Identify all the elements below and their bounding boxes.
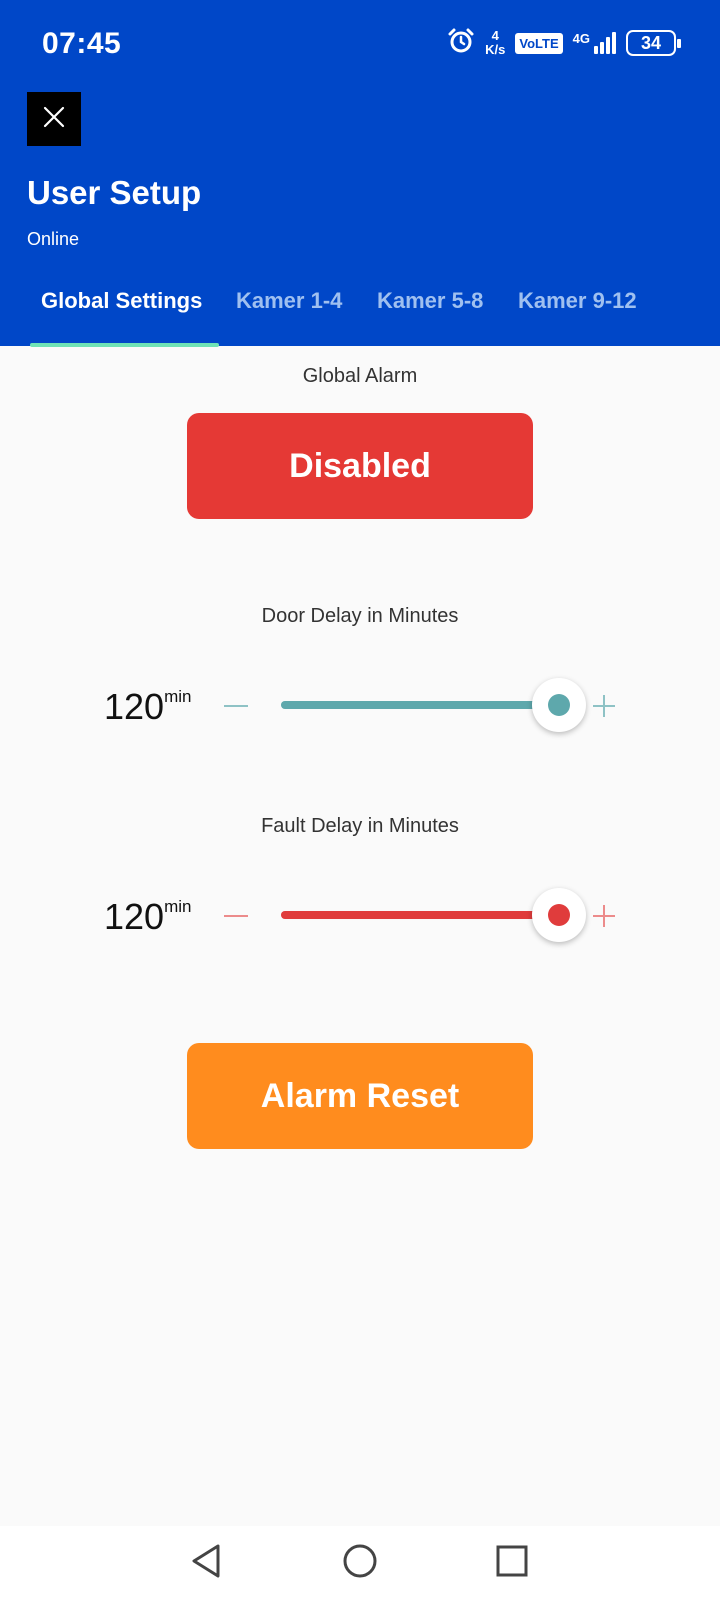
tab-bar: Global Settings Kamer 1-4 Kamer 5-8 Kame… [0,288,720,347]
door-delay-label: Door Delay in Minutes [261,605,459,627]
connection-status: Online [27,229,80,249]
door-delay-increase-button[interactable] [592,694,616,718]
fault-delay-slider-row: 120min [0,886,720,946]
alarm-clock-icon [447,27,475,60]
status-time: 07:45 [42,27,122,60]
nav-home-button[interactable] [335,1538,385,1588]
alarm-reset-button[interactable]: Alarm Reset [187,1043,533,1149]
door-delay-slider-row: 120min [0,676,720,736]
global-alarm-label: Global Alarm [302,365,418,387]
door-delay-slider-fill [281,701,559,709]
home-circle-icon [342,1543,378,1584]
signal-icon: 4G [573,32,616,54]
battery-icon: 34 [626,30,681,56]
network-speed: 4 K/s [485,28,506,57]
door-delay-decrease-button[interactable] [224,705,248,707]
status-icons: 4 K/s VoLTE 4G 34 [447,26,681,60]
door-delay-slider-track[interactable] [281,701,559,709]
nav-recents-button[interactable] [487,1538,537,1588]
app-header: 07:45 4 K/s VoLTE 4G 34 User Setup Onlin… [0,0,720,347]
door-delay-value: 120min [104,686,192,727]
active-tab-indicator [30,343,219,347]
fault-delay-slider-track[interactable] [281,911,559,919]
global-alarm-toggle-button[interactable]: Disabled [187,413,533,519]
door-delay-slider-thumb[interactable] [532,678,586,732]
fault-delay-value: 120min [104,896,192,937]
tab-kamer-1-4[interactable]: Kamer 1-4 [236,288,342,314]
fault-delay-slider-thumb[interactable] [532,888,586,942]
back-triangle-icon [188,1543,224,1584]
fault-delay-slider-fill [281,911,559,919]
system-navigation-bar [0,1526,720,1604]
recents-square-icon [494,1543,530,1584]
fault-delay-decrease-button[interactable] [224,915,248,917]
fault-delay-increase-button[interactable] [592,904,616,928]
tab-global-settings[interactable]: Global Settings [41,288,202,314]
tab-kamer-9-12[interactable]: Kamer 9-12 [518,288,637,314]
close-icon [42,105,66,134]
fault-delay-label: Fault Delay in Minutes [261,815,459,837]
volte-badge: VoLTE [515,32,563,54]
tab-kamer-5-8[interactable]: Kamer 5-8 [377,288,483,314]
close-button[interactable] [27,92,81,146]
page-title: User Setup [27,174,202,211]
nav-back-button[interactable] [181,1538,231,1588]
